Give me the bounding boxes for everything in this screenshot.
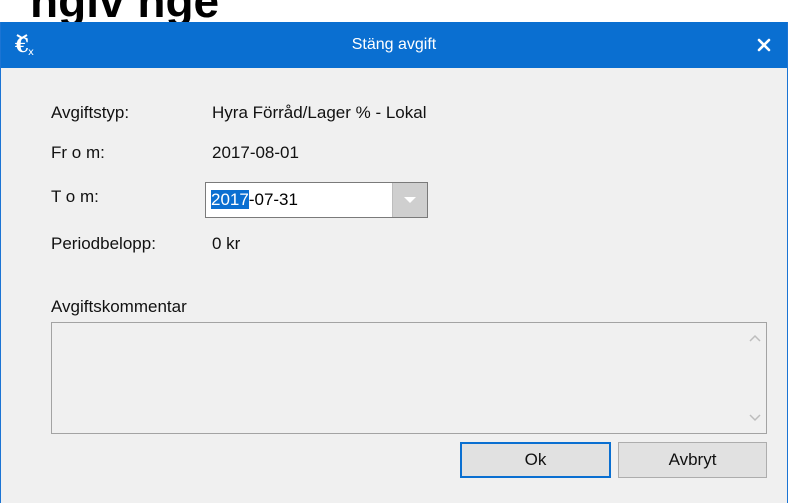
close-icon — [757, 38, 771, 52]
scroll-up-button[interactable] — [744, 327, 766, 349]
from-date-label: Fr o m: — [51, 143, 105, 162]
chevron-up-icon — [749, 334, 761, 342]
scroll-down-button[interactable] — [744, 407, 766, 429]
fee-type-value: Hyra Förråd/Lager % - Lokal — [212, 103, 427, 122]
date-dropdown-button[interactable] — [392, 183, 427, 217]
fee-type-label: Avgiftstyp: — [51, 103, 130, 122]
comment-textarea[interactable] — [51, 322, 767, 434]
from-date-value: 2017-08-01 — [212, 143, 299, 162]
close-button[interactable] — [741, 22, 787, 68]
chevron-down-icon — [404, 197, 416, 203]
window-title: Stäng avgift — [351, 36, 437, 53]
to-date-picker[interactable]: 2017-07-31 — [205, 182, 428, 218]
to-date-input[interactable]: 2017-07-31 — [211, 190, 298, 210]
ok-button[interactable]: Ok — [460, 442, 611, 478]
period-amount-value: 0 kr — [212, 234, 241, 253]
close-fee-dialog: € x Stäng avgift Avgiftstyp: Hyra Förråd… — [0, 22, 788, 503]
background-window-strip: ngiv nge — [0, 0, 793, 22]
title-bar[interactable]: € x Stäng avgift — [1, 22, 787, 68]
background-heading: ngiv nge — [30, 0, 219, 22]
comment-scrollbar[interactable] — [744, 323, 766, 433]
to-date-rest: -07-31 — [248, 190, 298, 209]
to-date-selected-year: 2017 — [211, 190, 249, 209]
period-amount-label: Periodbelopp: — [51, 234, 156, 253]
cancel-button[interactable]: Avbryt — [618, 442, 767, 478]
comment-label: Avgiftskommentar — [51, 297, 187, 316]
chevron-down-icon — [749, 414, 761, 422]
to-date-label: T o m: — [51, 187, 99, 206]
